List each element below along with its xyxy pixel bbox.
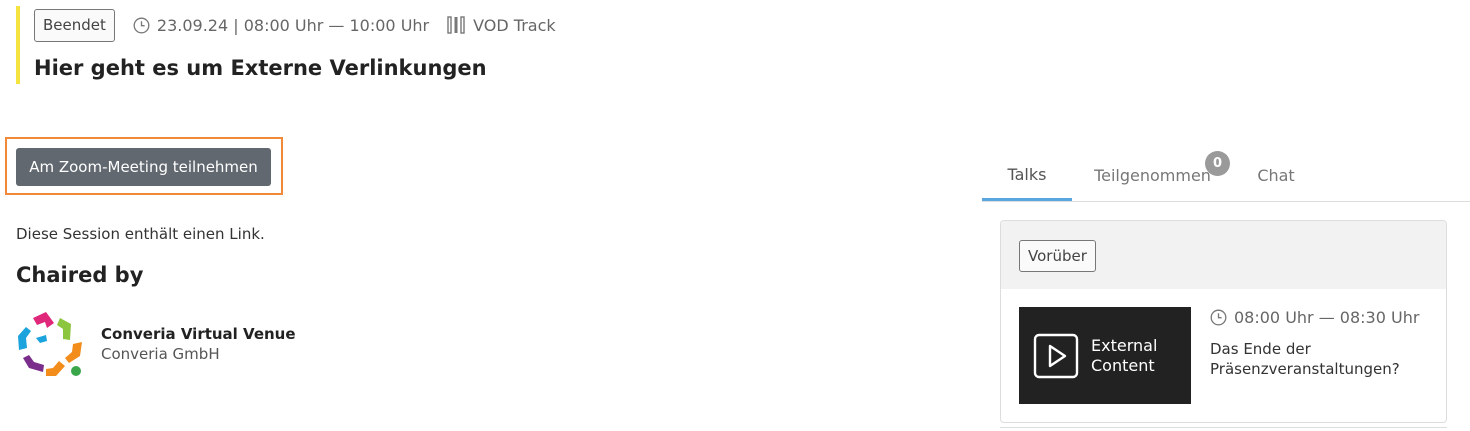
next-card-edge bbox=[1000, 427, 1447, 431]
talks-status-badge: Vorüber bbox=[1019, 240, 1096, 272]
external-content-line1: External bbox=[1091, 335, 1158, 355]
tab-talks[interactable]: Talks bbox=[982, 150, 1072, 201]
tab-teilgenommen-label: Teilgenommen bbox=[1094, 166, 1211, 185]
talk-title[interactable]: Das Ende der Präsenzveranstaltungen? bbox=[1210, 339, 1430, 379]
talk-item[interactable]: External Content 08:00 Uhr — 08:30 Uhr D… bbox=[1001, 289, 1446, 422]
join-zoom-button[interactable]: Am Zoom-Meeting teilnehmen bbox=[16, 148, 271, 186]
chair-card[interactable]: Converia Virtual Venue Converia GmbH bbox=[16, 310, 296, 378]
external-content-thumbnail[interactable]: External Content bbox=[1019, 307, 1191, 404]
clock-icon bbox=[133, 17, 150, 33]
play-icon bbox=[1033, 333, 1079, 378]
external-content-label: External Content bbox=[1091, 336, 1157, 376]
tab-talks-label: Talks bbox=[1007, 164, 1047, 184]
talks-card: Vorüber External Content 08:00 Uhr — 08:… bbox=[1000, 220, 1447, 423]
participant-count-badge: 0 bbox=[1205, 151, 1230, 176]
session-title: Hier geht es um Externe Verlinkungen bbox=[34, 56, 487, 80]
session-track: VOD Track bbox=[447, 16, 556, 35]
talk-time: 08:00 Uhr — 08:30 Uhr bbox=[1210, 308, 1419, 327]
clock-icon bbox=[1210, 309, 1227, 326]
chair-text: Converia Virtual Venue Converia GmbH bbox=[101, 325, 296, 363]
session-track-text: VOD Track bbox=[473, 15, 556, 35]
talk-time-text: 08:00 Uhr — 08:30 Uhr bbox=[1234, 308, 1420, 327]
converia-logo bbox=[18, 312, 82, 376]
session-meta: Beendet 23.09.24 | 08:00 Uhr — 10:00 Uhr… bbox=[34, 6, 556, 44]
tab-chat-label: Chat bbox=[1257, 166, 1295, 185]
chaired-by-heading: Chaired by bbox=[16, 263, 144, 287]
talks-card-header: Vorüber bbox=[1001, 221, 1446, 289]
chair-organization: Converia GmbH bbox=[101, 345, 220, 363]
link-info-text: Diese Session enthält einen Link. bbox=[16, 225, 265, 243]
status-badge: Beendet bbox=[34, 8, 115, 42]
tab-bar: Talks Teilgenommen 0 Chat bbox=[982, 150, 1470, 202]
tab-teilgenommen[interactable]: Teilgenommen bbox=[1094, 150, 1211, 201]
chair-name: Converia Virtual Venue bbox=[101, 325, 296, 343]
track-icon bbox=[447, 16, 465, 34]
session-datetime: 23.09.24 | 08:00 Uhr — 10:00 Uhr bbox=[133, 16, 429, 35]
session-datetime-text: 23.09.24 | 08:00 Uhr — 10:00 Uhr bbox=[156, 15, 430, 35]
session-header: Beendet 23.09.24 | 08:00 Uhr — 10:00 Uhr… bbox=[16, 6, 556, 84]
tab-chat[interactable]: Chat bbox=[1257, 150, 1295, 201]
external-content-line2: Content bbox=[1091, 355, 1155, 375]
